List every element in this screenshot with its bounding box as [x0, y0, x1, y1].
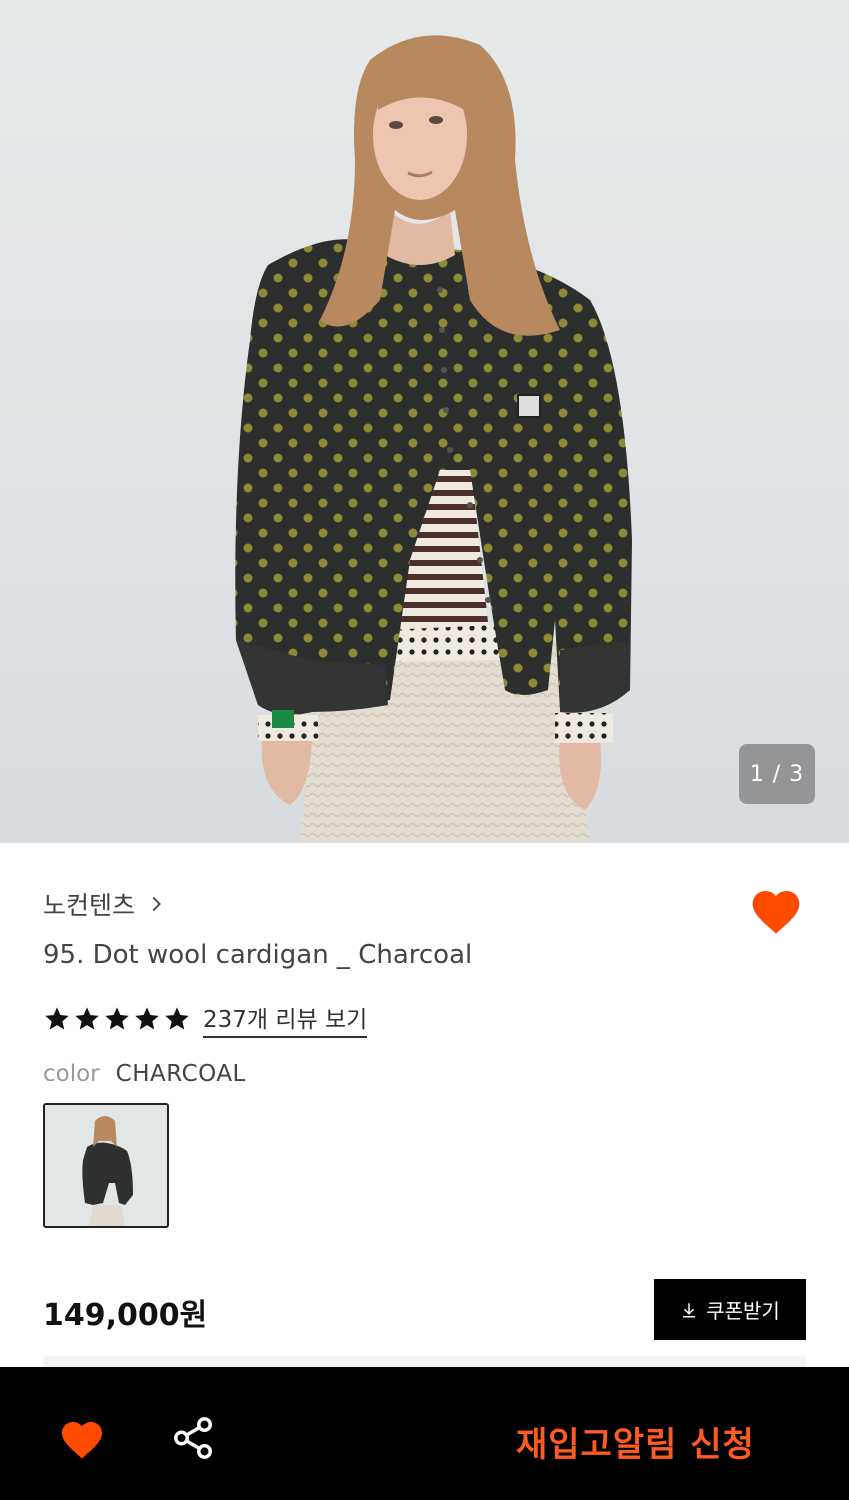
color-info: color CHARCOAL	[43, 1061, 246, 1087]
share-icon[interactable]	[170, 1415, 216, 1461]
coupon-button[interactable]: 쿠폰받기	[654, 1279, 806, 1340]
bottom-action-bar: 재입고알림 신청	[0, 1367, 849, 1500]
star-icon	[75, 1007, 99, 1030]
brand-name: 노컨텐츠	[43, 891, 136, 920]
brand-link[interactable]: 노컨텐츠	[43, 886, 167, 922]
coupon-button-label: 쿠폰받기	[706, 1299, 780, 1323]
product-image-gallery[interactable]: 1 / 3	[0, 0, 849, 843]
star-icon	[45, 1007, 69, 1030]
wishlist-heart-icon[interactable]	[58, 1416, 106, 1464]
product-photo	[235, 35, 633, 843]
star-icon	[135, 1007, 159, 1030]
color-swatch-thumbnail[interactable]	[43, 1103, 169, 1228]
review-link[interactable]: 237개 리뷰 보기	[203, 1000, 368, 1038]
chevron-right-icon	[152, 896, 161, 912]
heart-icon[interactable]	[748, 884, 804, 940]
star-icon	[105, 1007, 129, 1030]
restock-alert-button[interactable]: 재입고알림 신청	[516, 1417, 755, 1466]
color-label: color	[43, 1061, 100, 1087]
star-icon	[165, 1007, 189, 1030]
product-title: 95. Dot wool cardigan _ Charcoal	[43, 940, 473, 970]
image-counter: 1 / 3	[739, 744, 815, 804]
rating-row: 237개 리뷰 보기	[43, 1000, 368, 1038]
color-value: CHARCOAL	[115, 1061, 246, 1087]
download-icon	[683, 1302, 696, 1317]
thumbnail-image	[45, 1105, 167, 1226]
product-price: 149,000원	[43, 1298, 208, 1333]
star-rating	[43, 1005, 191, 1033]
